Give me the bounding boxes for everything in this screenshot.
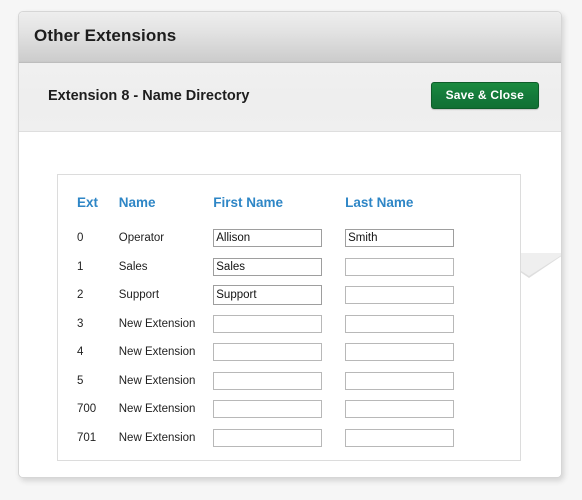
column-header-name: Name (118, 195, 156, 210)
first-name-input[interactable] (213, 343, 323, 362)
first-name-input[interactable] (213, 428, 323, 447)
table-row: 700 New Extension (77, 395, 477, 424)
cell-name: Operator (118, 232, 165, 245)
cell-first-name (213, 424, 345, 453)
last-name-input[interactable] (345, 229, 455, 248)
cell-last-name (345, 395, 477, 424)
cell-ext: 1 (77, 260, 84, 273)
window-title: Other Extensions (34, 26, 177, 45)
last-name-input[interactable] (345, 286, 455, 305)
cell-last-name (345, 224, 477, 253)
cell-first-name (213, 395, 345, 424)
page-root: Other Extensions Extension 8 - Name Dire… (0, 0, 582, 500)
extensions-table-body: 0 Operator 1 Sales (77, 224, 477, 452)
cell-last-name (345, 367, 477, 396)
extension-subheader: Extension 8 - Name Directory Save & Clos… (19, 63, 561, 132)
cell-last-name (345, 281, 477, 310)
first-name-input[interactable] (213, 257, 323, 276)
cell-ext: 700 (77, 403, 97, 416)
last-name-input[interactable] (345, 343, 455, 362)
cell-ext: 3 (77, 317, 84, 330)
cell-ext: 0 (77, 232, 84, 245)
column-header-ext: Ext (77, 195, 99, 210)
cell-first-name (213, 281, 345, 310)
table-row: 1 Sales (77, 253, 477, 282)
cell-last-name (345, 310, 477, 339)
cell-first-name (213, 367, 345, 396)
last-name-input[interactable] (345, 428, 455, 447)
table-header-row: Ext Name First Name Last Name (77, 195, 477, 224)
cell-name: New Extension (118, 317, 196, 330)
table-row: 0 Operator (77, 224, 477, 253)
table-row: 2 Support (77, 281, 477, 310)
cell-first-name (213, 253, 345, 282)
table-row: 3 New Extension (77, 310, 477, 339)
first-name-input[interactable] (213, 285, 323, 306)
other-extensions-panel: Other Extensions Extension 8 - Name Dire… (18, 11, 562, 478)
cell-name: Sales (118, 260, 148, 273)
cell-ext: 5 (77, 374, 84, 387)
cell-name: New Extension (118, 346, 196, 359)
cell-first-name (213, 310, 345, 339)
extensions-table: Ext Name First Name Last Name 0 Operator (77, 195, 477, 452)
table-row: 4 New Extension (77, 338, 477, 367)
save-and-close-button[interactable]: Save & Close (430, 82, 539, 109)
cell-name: New Extension (118, 374, 196, 387)
cell-ext: 4 (77, 346, 84, 359)
last-name-input[interactable] (345, 314, 455, 333)
panel-body: Ext Name First Name Last Name 0 Operator (19, 132, 561, 477)
first-name-input[interactable] (213, 371, 323, 390)
first-name-input[interactable] (213, 400, 323, 419)
cell-name: Support (118, 289, 160, 302)
cell-name: New Extension (118, 431, 196, 444)
cell-ext: 701 (77, 431, 97, 444)
cell-first-name (213, 224, 345, 253)
column-header-first-name: First Name (213, 195, 284, 210)
table-row: 5 New Extension (77, 367, 477, 396)
cell-name: New Extension (118, 403, 196, 416)
cell-ext: 2 (77, 289, 84, 302)
last-name-input[interactable] (345, 371, 455, 390)
page-title: Extension 8 - Name Directory (48, 88, 250, 104)
last-name-input[interactable] (345, 400, 455, 419)
name-directory-card: Ext Name First Name Last Name 0 Operator (57, 174, 521, 461)
cell-last-name (345, 253, 477, 282)
cell-last-name (345, 338, 477, 367)
last-name-input[interactable] (345, 257, 455, 276)
window-titlebar: Other Extensions (19, 12, 561, 63)
cell-first-name (213, 338, 345, 367)
column-header-last-name: Last Name (345, 195, 414, 210)
first-name-input[interactable] (213, 229, 323, 248)
first-name-input[interactable] (213, 314, 323, 333)
cell-last-name (345, 424, 477, 453)
table-row: 701 New Extension (77, 424, 477, 453)
